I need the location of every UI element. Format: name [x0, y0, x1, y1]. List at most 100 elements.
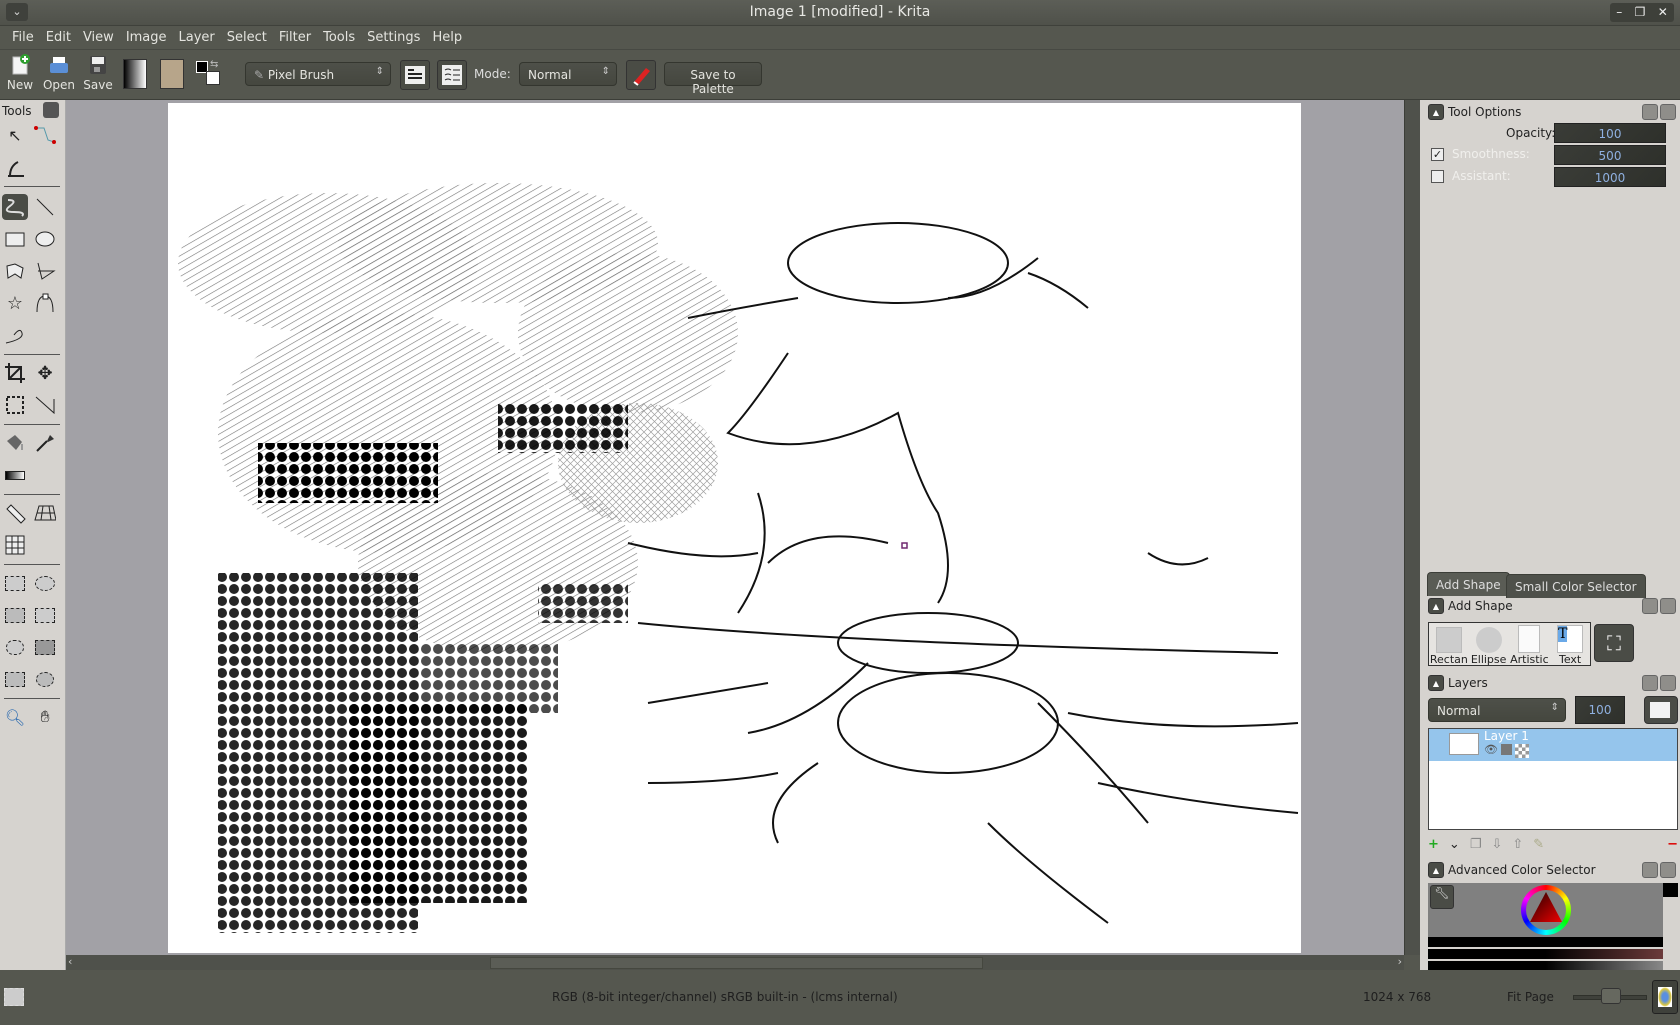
collapse-icon[interactable]: ▲ — [1428, 598, 1444, 614]
menu-image[interactable]: Image — [120, 26, 173, 49]
layer-blend-mode-dropdown[interactable]: Normal ⇕ — [1428, 698, 1566, 722]
float-icon[interactable] — [1642, 675, 1658, 691]
scroll-left-icon[interactable]: ‹ — [68, 955, 72, 968]
move-tool[interactable]: ✥ — [32, 360, 58, 386]
ruler-tool[interactable] — [2, 500, 28, 526]
restore-icon[interactable]: ❐ — [1635, 3, 1646, 22]
fill-tool[interactable] — [2, 430, 28, 456]
open-button[interactable]: Open — [39, 54, 79, 92]
smoothness-checkbox[interactable]: ✓ — [1431, 148, 1444, 161]
menu-select[interactable]: Select — [221, 26, 273, 49]
hue-ring[interactable] — [1521, 885, 1571, 935]
polygon-tool[interactable] — [2, 258, 28, 284]
menu-file[interactable]: File — [6, 26, 40, 49]
fg-bg-color-swatch[interactable]: ⇆ — [196, 59, 224, 89]
brush-select-tool[interactable] — [2, 602, 28, 628]
drawing-canvas[interactable] — [168, 103, 1301, 953]
select-shapes-tool[interactable]: ↖ — [2, 122, 28, 148]
layer-properties-icon[interactable]: ✎ — [1533, 837, 1544, 852]
smoothness-spinbox[interactable]: 500 — [1554, 145, 1666, 165]
color-history-bar[interactable] — [1428, 937, 1663, 947]
assistant-checkbox[interactable] — [1431, 170, 1444, 183]
collapse-icon[interactable]: ▲ — [1428, 675, 1444, 691]
tab-add-shape[interactable]: Add Shape — [1427, 572, 1510, 596]
delete-layer-icon[interactable]: − — [1667, 837, 1678, 852]
lock-icon[interactable] — [1501, 744, 1512, 755]
close-icon[interactable] — [1660, 675, 1676, 691]
close-icon[interactable]: ✕ — [1658, 3, 1668, 22]
saturation-value-triangle[interactable] — [1529, 891, 1563, 925]
move-layer-up-icon[interactable]: ⇧ — [1512, 837, 1523, 852]
menu-edit[interactable]: Edit — [40, 26, 77, 49]
pattern-selector[interactable] — [160, 59, 184, 89]
zoom-label[interactable]: Fit Page — [1507, 990, 1554, 1004]
shape-rectangle[interactable]: Rectan — [1429, 623, 1469, 666]
star-tool[interactable]: ☆ — [2, 290, 28, 316]
bezier-curve-tool[interactable] — [32, 290, 58, 316]
layer-opacity-spinbox[interactable]: 100 — [1575, 696, 1625, 724]
close-icon[interactable] — [1660, 862, 1676, 878]
save-button[interactable]: Save — [78, 54, 118, 92]
collapse-icon[interactable]: ▲ — [1428, 862, 1444, 878]
vertical-scrollbar[interactable] — [1404, 100, 1420, 955]
zoom-slider-handle[interactable] — [1601, 988, 1621, 1004]
brush-preset-selector[interactable]: ✎ Pixel Brush ⇕ — [245, 62, 391, 86]
layer-row[interactable]: Layer 1 👁︎ — [1429, 729, 1677, 761]
polyline-tool[interactable] — [32, 258, 58, 284]
color-shade-bar-value[interactable] — [1428, 961, 1663, 970]
zoom-tool[interactable]: 🔍︎ — [2, 704, 28, 730]
minimize-icon[interactable]: – — [1616, 3, 1622, 22]
color-select-tool[interactable] — [2, 666, 28, 692]
color-picker-tool[interactable] — [32, 430, 58, 456]
opacity-spinbox[interactable]: 100 — [1554, 123, 1666, 143]
pan-tool[interactable]: ✋︎ — [32, 704, 58, 730]
scroll-right-icon[interactable]: › — [1398, 955, 1402, 968]
collapse-icon[interactable]: ▲ — [1428, 104, 1444, 120]
tab-small-color-selector[interactable]: Small Color Selector — [1506, 574, 1646, 598]
float-docker-icon[interactable] — [43, 102, 59, 118]
menu-settings[interactable]: Settings — [361, 26, 426, 49]
float-icon[interactable] — [1642, 862, 1658, 878]
rectangle-tool[interactable] — [2, 226, 28, 252]
canvas-mirror-button[interactable] — [1652, 980, 1678, 1014]
background-color[interactable] — [206, 71, 220, 85]
menu-help[interactable]: Help — [426, 26, 468, 49]
gradient-tool[interactable] — [2, 462, 28, 488]
menu-layer[interactable]: Layer — [173, 26, 221, 49]
close-icon[interactable] — [1660, 598, 1676, 614]
visibility-eye-icon[interactable]: 👁︎ — [1484, 743, 1498, 756]
alpha-lock-icon[interactable] — [1515, 744, 1529, 758]
horizontal-scroll-thumb[interactable] — [490, 957, 983, 969]
add-layer-icon[interactable]: + — [1428, 837, 1439, 852]
calligraphy-tool[interactable] — [2, 154, 28, 180]
measure-angle-tool[interactable] — [32, 392, 58, 418]
selection-status-icon[interactable] — [4, 988, 24, 1006]
ellipse-tool[interactable] — [32, 226, 58, 252]
move-layer-down-icon[interactable]: ⇩ — [1491, 837, 1502, 852]
perspective-grid-tool[interactable] — [32, 500, 58, 526]
crop-tool[interactable] — [2, 360, 28, 386]
color-selector-area[interactable]: 🔧︎ — [1428, 883, 1663, 937]
layer-view-options-button[interactable] — [1644, 696, 1678, 724]
transform-tool[interactable] — [2, 392, 28, 418]
save-to-palette-button[interactable]: Save to Palette — [664, 62, 762, 96]
blend-mode-dropdown[interactable]: Normal ⇕ — [519, 62, 617, 86]
brush-editor-button[interactable] — [400, 60, 430, 90]
add-layer-menu-icon[interactable]: ⌄ — [1449, 837, 1460, 852]
freehand-select-tool[interactable] — [2, 634, 28, 660]
freehand-path-tool[interactable] — [2, 322, 28, 348]
shape-ellipse[interactable]: Ellipse — [1469, 623, 1509, 666]
color-selector-settings-icon[interactable]: 🔧︎ — [1430, 885, 1454, 909]
float-icon[interactable] — [1642, 598, 1658, 614]
ellipse-select-tool[interactable] — [32, 570, 58, 596]
float-icon[interactable] — [1642, 104, 1658, 120]
menu-filter[interactable]: Filter — [273, 26, 317, 49]
color-shade-bar-hue[interactable] — [1428, 949, 1663, 959]
assistant-spinbox[interactable]: 1000 — [1554, 167, 1666, 187]
rect-select-tool[interactable] — [2, 570, 28, 596]
gradient-selector[interactable] — [123, 59, 147, 89]
brush-options-button[interactable] — [437, 60, 467, 90]
shape-text[interactable]: T Text — [1550, 623, 1590, 666]
swap-colors-icon[interactable]: ⇆ — [210, 59, 218, 70]
duplicate-layer-icon[interactable]: ❐ — [1470, 837, 1482, 852]
